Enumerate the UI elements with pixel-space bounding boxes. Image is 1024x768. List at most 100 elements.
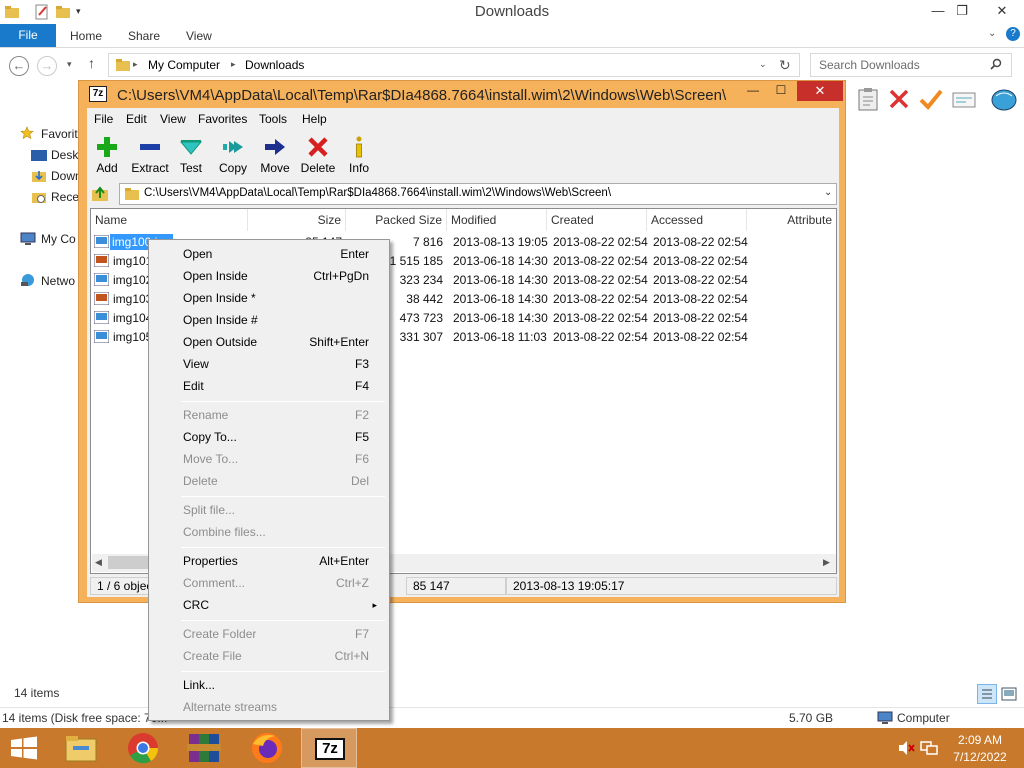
sevenzip-close-icon[interactable]: ✕ xyxy=(797,81,843,101)
parent-folder-icon[interactable] xyxy=(91,185,109,203)
column-created[interactable]: Created xyxy=(547,209,647,231)
volume-muted-icon[interactable] xyxy=(897,740,915,756)
file-accessed: 2013-08-22 02:54 xyxy=(653,273,748,287)
up-icon[interactable]: ↑ xyxy=(88,55,95,71)
extract-button[interactable]: Extract xyxy=(128,135,172,175)
menu-item-crc[interactable]: CRC ▸ xyxy=(151,594,387,616)
column-packed-size[interactable]: Packed Size xyxy=(346,209,447,231)
sevenzip-minimize-icon[interactable]: — xyxy=(741,83,765,97)
file-name[interactable]: img101 xyxy=(113,254,152,268)
menu-favorites[interactable]: Favorites xyxy=(198,112,247,126)
menu-help[interactable]: Help xyxy=(302,112,327,126)
file-name[interactable]: img104 xyxy=(113,311,152,325)
clock-time[interactable]: 2:09 AM xyxy=(955,733,1005,747)
envelope-icon[interactable] xyxy=(952,92,976,108)
scroll-thumb[interactable] xyxy=(108,556,152,569)
nav-favorites[interactable]: Favorit xyxy=(41,127,78,141)
scroll-right-icon[interactable]: ▶ xyxy=(823,557,830,568)
menu-file[interactable]: File xyxy=(94,112,113,126)
close-icon[interactable]: ✕ xyxy=(984,0,1020,22)
menu-item-split-file[interactable]: Split file... xyxy=(151,499,387,521)
file-name[interactable]: img102 xyxy=(113,273,152,287)
scroll-left-icon[interactable]: ◀ xyxy=(95,557,102,568)
menu-item-combine-files[interactable]: Combine files... xyxy=(151,521,387,543)
column-name[interactable]: Name xyxy=(91,209,248,231)
address-box[interactable]: ▸ My Computer ▸ Downloads ⌄ ↻ xyxy=(108,53,800,77)
taskbar-chrome[interactable] xyxy=(115,728,171,768)
file-modified: 2013-06-18 14:30 xyxy=(453,273,548,287)
menu-item-rename[interactable]: Rename F2 xyxy=(151,404,387,426)
details-view-icon[interactable] xyxy=(977,684,997,704)
expand-ribbon-icon[interactable]: ⌄ xyxy=(988,28,996,39)
column-size[interactable]: Size xyxy=(248,209,346,231)
tab-share[interactable]: Share xyxy=(128,29,160,43)
add-button[interactable]: Add xyxy=(85,135,129,175)
info-icon xyxy=(356,136,362,158)
clipboard-icon[interactable] xyxy=(857,87,879,111)
menu-item-open-inside[interactable]: Open Inside Ctrl+PgDn xyxy=(151,265,387,287)
recent-locations-icon[interactable]: ▾ xyxy=(67,59,72,70)
menu-item-properties[interactable]: Properties Alt+Enter xyxy=(151,550,387,572)
taskbar-7-zip[interactable]: 7z xyxy=(301,728,357,768)
menu-item-create-file[interactable]: Create File Ctrl+N xyxy=(151,645,387,667)
path-dropdown-icon[interactable]: ⌄ xyxy=(824,187,832,198)
menu-item-link[interactable]: Link... xyxy=(151,674,387,696)
test-button[interactable]: Test xyxy=(169,135,213,175)
sevenzip-maximize-icon[interactable]: ☐ xyxy=(769,83,793,97)
path-box[interactable]: C:\Users\VM4\AppData\Local\Temp\Rar$DIa4… xyxy=(119,183,837,205)
menu-item-open[interactable]: Open Enter xyxy=(151,243,387,265)
tab-file[interactable]: File xyxy=(0,24,56,47)
nav-my-computer[interactable]: My Co xyxy=(41,232,76,246)
menu-item-view[interactable]: View F3 xyxy=(151,353,387,375)
menu-item-delete[interactable]: Delete Del xyxy=(151,470,387,492)
menu-edit[interactable]: Edit xyxy=(126,112,147,126)
back-icon[interactable]: ← xyxy=(9,56,29,76)
address-dropdown-icon[interactable]: ⌄ xyxy=(759,59,767,70)
refresh-icon[interactable]: ↻ xyxy=(779,57,791,74)
menu-item-comment[interactable]: Comment... Ctrl+Z xyxy=(151,572,387,594)
clock-date[interactable]: 7/12/2022 xyxy=(950,750,1010,764)
menu-item-open-outside[interactable]: Open Outside Shift+Enter xyxy=(151,331,387,353)
menu-item-label: Edit xyxy=(183,379,204,393)
help-icon[interactable]: ? xyxy=(1006,27,1020,41)
globe-icon[interactable] xyxy=(990,86,1018,112)
large-icons-view-icon[interactable] xyxy=(1001,687,1017,701)
breadcrumb-downloads[interactable]: Downloads xyxy=(245,58,304,72)
start-button[interactable] xyxy=(10,736,38,760)
info-button[interactable]: Info xyxy=(337,135,381,175)
menu-tools[interactable]: Tools xyxy=(259,112,287,126)
forward-icon[interactable]: → xyxy=(37,56,57,76)
taskbar-winrar[interactable] xyxy=(177,728,233,768)
file-name[interactable]: img105 xyxy=(113,330,152,344)
copy-button[interactable]: Copy xyxy=(211,135,255,175)
menu-item-edit[interactable]: Edit F4 xyxy=(151,375,387,397)
red-x-icon[interactable] xyxy=(888,88,910,110)
nav-network[interactable]: Netwo xyxy=(41,274,75,288)
maximize-icon[interactable]: ❐ xyxy=(948,0,976,22)
file-name[interactable]: img103 xyxy=(113,292,152,306)
menu-item-open-inside-hash[interactable]: Open Inside # xyxy=(151,309,387,331)
column-modified[interactable]: Modified xyxy=(447,209,547,231)
taskbar-file-explorer[interactable] xyxy=(53,728,109,768)
delete-button[interactable]: Delete xyxy=(296,135,340,175)
network-tray-icon[interactable] xyxy=(920,740,938,756)
nav-recent-places[interactable]: Rece xyxy=(51,190,79,204)
menu-item-alternate-streams[interactable]: Alternate streams xyxy=(151,696,387,718)
checkmark-icon[interactable] xyxy=(919,88,943,110)
disk-free-space: 14 items (Disk free space: 70... xyxy=(2,711,168,725)
column-attributes[interactable]: Attribute xyxy=(747,209,836,231)
column-accessed[interactable]: Accessed xyxy=(647,209,747,231)
menu-view[interactable]: View xyxy=(160,112,186,126)
tab-home[interactable]: Home xyxy=(70,29,102,43)
computer-icon xyxy=(20,232,36,246)
menu-item-copy-to[interactable]: Copy To... F5 xyxy=(151,426,387,448)
menu-item-move-to[interactable]: Move To... F6 xyxy=(151,448,387,470)
menu-item-create-folder[interactable]: Create Folder F7 xyxy=(151,623,387,645)
taskbar-firefox[interactable] xyxy=(239,728,295,768)
file-created: 2013-08-22 02:54 xyxy=(553,273,648,287)
move-button[interactable]: Move xyxy=(253,135,297,175)
tab-view[interactable]: View xyxy=(186,29,212,43)
search-input[interactable]: Search Downloads xyxy=(810,53,1012,77)
breadcrumb-my-computer[interactable]: My Computer xyxy=(148,58,220,72)
menu-item-open-inside-star[interactable]: Open Inside * xyxy=(151,287,387,309)
